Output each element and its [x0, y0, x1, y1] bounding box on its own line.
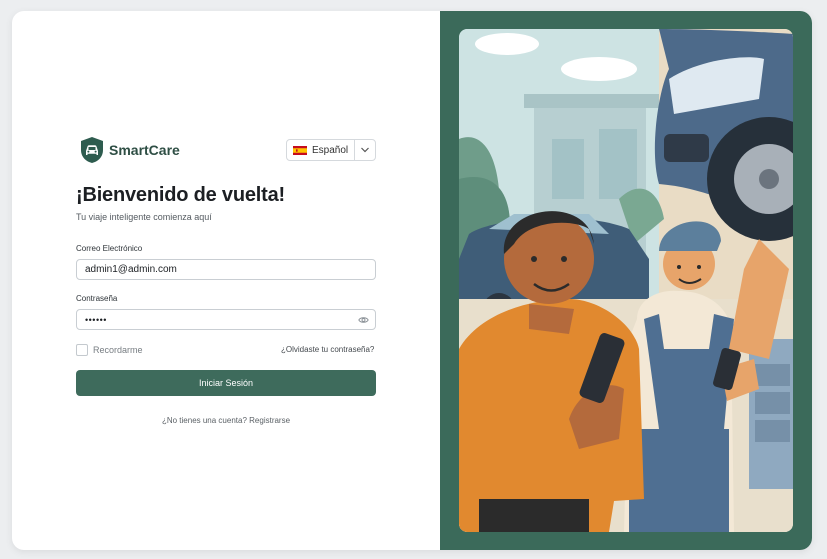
remember-label: Recordarme [93, 345, 143, 355]
login-button[interactable]: Iniciar Sesión [76, 370, 376, 396]
page-subtitle: Tu viaje inteligente comienza aquí [76, 212, 212, 222]
language-selector[interactable]: Español [286, 139, 376, 161]
chevron-down-icon[interactable] [360, 146, 370, 154]
language-divider [354, 140, 355, 160]
page-title: ¡Bienvenido de vuelta! [76, 184, 285, 206]
signup-row: ¿No tienes una cuenta? Registrarse [12, 416, 440, 425]
signup-link[interactable]: Registrarse [249, 416, 290, 425]
login-panel: SmartCare Español ¡Bienvenido de vuelta!… [12, 11, 440, 550]
eye-icon[interactable] [358, 315, 369, 325]
login-card: SmartCare Español ¡Bienvenido de vuelta!… [12, 11, 812, 550]
car-shield-icon [81, 137, 103, 163]
mechanic-customer-illustration [459, 29, 793, 532]
signup-prompt: ¿No tienes una cuenta? [161, 416, 247, 425]
email-field[interactable]: admin1@admin.com [76, 259, 376, 280]
brand: SmartCare [80, 136, 180, 164]
brand-name: SmartCare [109, 142, 180, 158]
illustration-panel [440, 11, 812, 550]
spain-flag-icon [293, 145, 307, 155]
forgot-password-link[interactable]: ¿Olvidaste tu contraseña? [281, 345, 374, 354]
language-label: Español [312, 144, 349, 156]
password-value: •••••• [85, 314, 107, 325]
password-field[interactable]: •••••• [76, 309, 376, 330]
remember-checkbox[interactable] [76, 344, 88, 356]
email-label: Correo Electrónico [76, 244, 143, 253]
remember-me[interactable]: Recordarme [76, 344, 143, 356]
password-label: Contraseña [76, 294, 118, 303]
